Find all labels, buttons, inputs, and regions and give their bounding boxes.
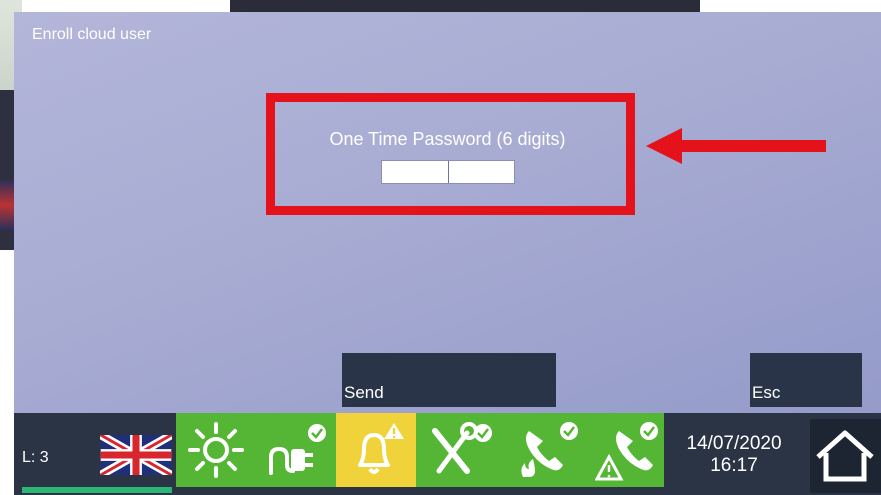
bell-warning-icon bbox=[358, 423, 404, 474]
date-time-display: 14/07/2020 16:17 bbox=[664, 433, 804, 477]
red-arrow-icon bbox=[646, 128, 826, 164]
esc-button-label: Esc bbox=[752, 383, 781, 402]
access-level: L: 3 bbox=[22, 449, 49, 466]
time-text: 16:17 bbox=[710, 455, 758, 476]
home-button[interactable] bbox=[810, 419, 881, 493]
panel-screen: Enroll cloud user One Time Password (6 d… bbox=[14, 12, 881, 495]
sun-icon bbox=[188, 422, 244, 478]
level-indicator-bar bbox=[22, 487, 172, 493]
fault-call-status-tile[interactable] bbox=[592, 413, 664, 487]
uk-flag-icon[interactable] bbox=[100, 435, 172, 475]
background-photo-top bbox=[230, 0, 700, 12]
system-status-tile[interactable] bbox=[176, 413, 256, 487]
window-title: Enroll cloud user bbox=[32, 26, 152, 43]
service-status-tile[interactable] bbox=[416, 413, 504, 487]
power-plug-check-icon bbox=[269, 424, 326, 475]
alarm-status-tile[interactable] bbox=[336, 413, 416, 487]
tools-check-icon bbox=[432, 422, 492, 474]
home-icon bbox=[816, 430, 874, 482]
status-bar: L: 3 14/07/2020 16:17 bbox=[14, 413, 881, 495]
send-button-label: Send bbox=[344, 383, 384, 402]
fire-call-status-tile[interactable] bbox=[504, 413, 592, 487]
red-highlight-box bbox=[266, 93, 635, 215]
date-text: 14/07/2020 bbox=[686, 433, 782, 454]
power-status-tile[interactable] bbox=[256, 413, 336, 487]
send-button[interactable]: Send bbox=[342, 353, 556, 407]
phone-fire-check-icon bbox=[521, 422, 578, 477]
phone-warning-check-icon bbox=[595, 422, 658, 481]
esc-button[interactable]: Esc bbox=[750, 353, 862, 407]
